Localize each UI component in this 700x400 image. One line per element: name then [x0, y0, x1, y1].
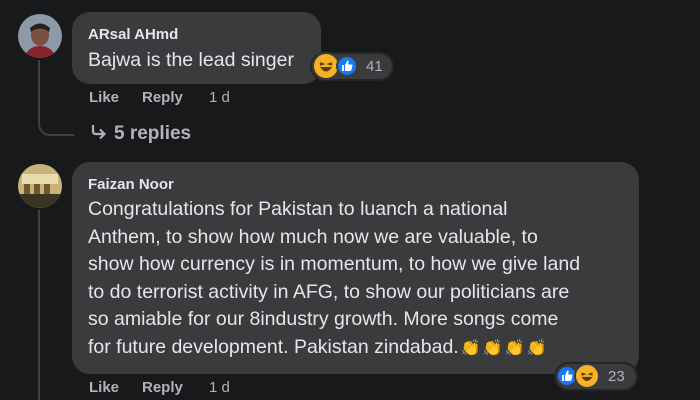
- like-button[interactable]: Like: [89, 89, 119, 106]
- comment-text-line: for future development. Pakistan zindaba…: [88, 334, 580, 362]
- comment-text-line-last: for future development. Pakistan zindaba…: [88, 335, 459, 358]
- avatar[interactable]: [18, 164, 62, 208]
- comment-text-line: Bajwa is the lead singer: [88, 49, 294, 71]
- view-replies-link[interactable]: 5 replies: [90, 123, 191, 145]
- replies-count-label: 5 replies: [114, 123, 192, 144]
- comment-author[interactable]: Faizan Noor: [88, 176, 174, 193]
- like-reaction-icon: [336, 55, 358, 77]
- comment-text-line: Anthem, to show how much now we are valu…: [88, 225, 538, 248]
- clapping-hands-icon: 👏: [482, 339, 503, 357]
- clapping-hands-icon: 👏: [460, 339, 481, 357]
- clapping-hands-icon: 👏: [526, 339, 547, 357]
- reply-arrow-icon: [91, 125, 107, 140]
- clapping-hands-icon: 👏: [504, 339, 525, 357]
- comment-bubble: Faizan Noor Congratulations for Pakistan…: [72, 162, 639, 374]
- comment-text-line: so amiable for our 8industry growth. Mor…: [88, 308, 559, 331]
- comment-timestamp[interactable]: 1 d: [209, 379, 230, 396]
- like-button[interactable]: Like: [89, 379, 119, 396]
- haha-reaction-icon: [574, 363, 600, 389]
- reaction-summary[interactable]: 41: [312, 52, 392, 80]
- comment-author[interactable]: ARsal AHmd: [88, 26, 178, 43]
- reaction-count: 23: [608, 368, 625, 385]
- comment-text-line: Congratulations for Pakistan to luanch a…: [88, 198, 508, 220]
- comment-text-line: to do terrorist activity in AFG, to show…: [88, 280, 570, 303]
- reply-button[interactable]: Reply: [142, 89, 183, 106]
- reply-button[interactable]: Reply: [142, 379, 183, 396]
- comment-timestamp[interactable]: 1 d: [209, 89, 230, 106]
- comment-text-line: show how currency is in momentum, to how…: [88, 253, 581, 276]
- thread-line-2: [38, 210, 40, 400]
- reaction-count: 41: [366, 58, 383, 75]
- reaction-summary[interactable]: 23: [556, 363, 636, 389]
- comment-text: Bajwa is the lead singer: [88, 47, 294, 75]
- thread-line-1: [38, 60, 40, 122]
- thread-line-1-curve: [38, 120, 74, 136]
- comment-bubble: ARsal AHmd Bajwa is the lead singer: [72, 12, 321, 84]
- avatar[interactable]: [18, 14, 62, 58]
- comment-text: Congratulations for Pakistan to luanch a…: [88, 196, 580, 362]
